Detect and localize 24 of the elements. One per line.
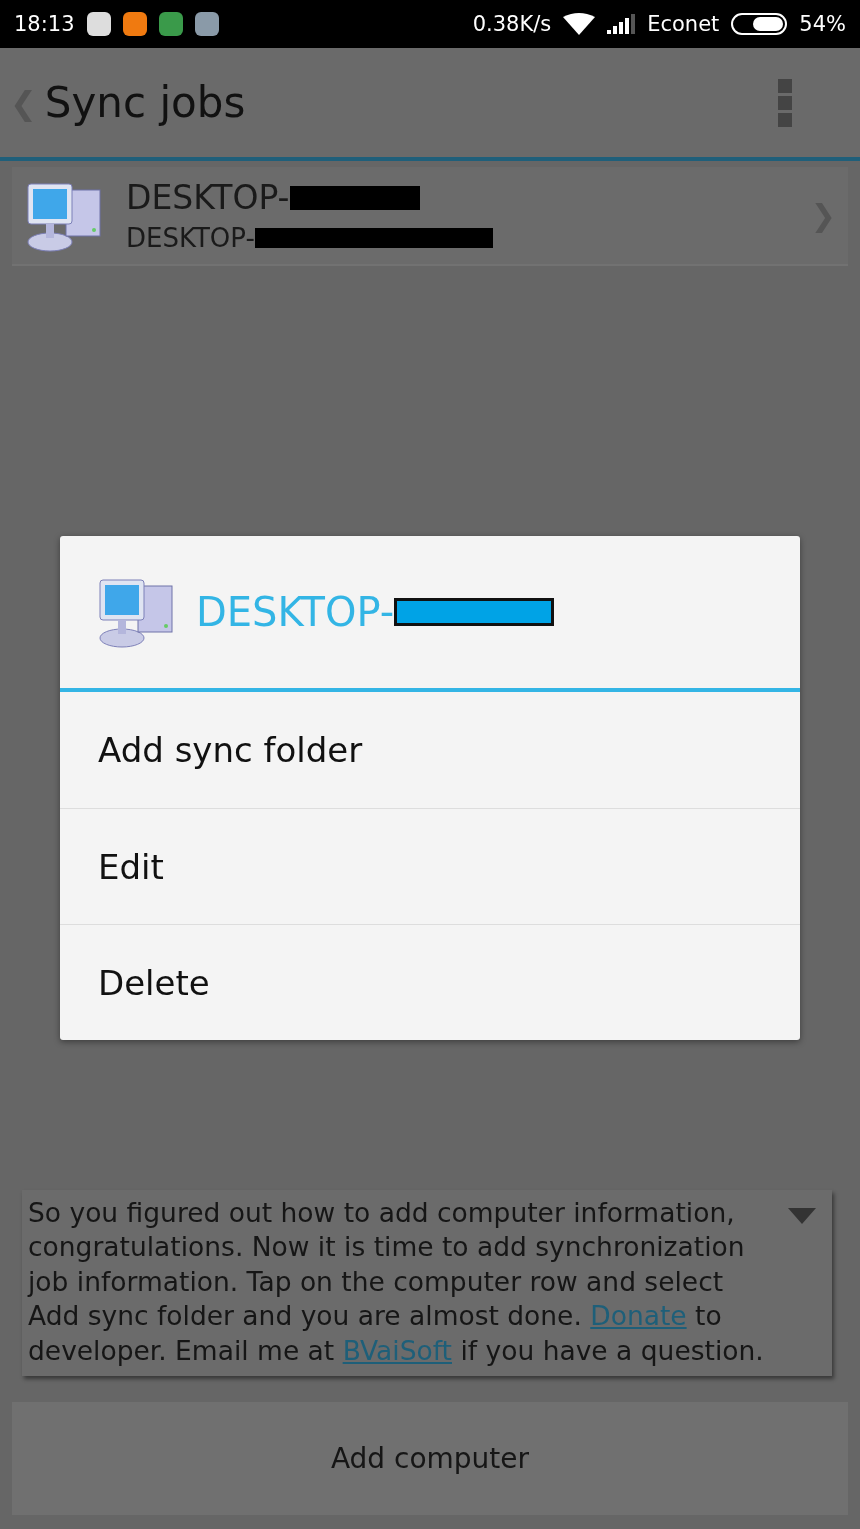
- signal-icon: [607, 14, 636, 34]
- chevron: ❯: [810, 198, 836, 233]
- dropdown-icon[interactable]: [788, 1207, 816, 1224]
- clock: 18:13: [14, 12, 75, 36]
- dialog-title: DESKTOP-: [196, 589, 395, 635]
- computer-name: DESKTOP-: [126, 178, 290, 217]
- app-notification-icon: [122, 12, 147, 36]
- carrier-name: Econet: [647, 12, 720, 36]
- menu-item[interactable]: Add sync folder: [60, 692, 800, 808]
- network-speed: 0.38K/s: [472, 12, 552, 36]
- menu-item[interactable]: Edit: [60, 808, 800, 924]
- battery-icon: [731, 13, 788, 35]
- app-notification-icon: [158, 12, 183, 36]
- battery-percent: 54%: [799, 12, 846, 36]
- screen-title: Sync jobs: [44, 78, 247, 127]
- computer-path: DESKTOP-: [126, 223, 255, 253]
- overflow-menu-icon[interactable]: [778, 78, 792, 127]
- menu-item[interactable]: Delete: [60, 924, 800, 1040]
- app-notification-icon: [194, 12, 219, 36]
- wifi-icon: [563, 13, 596, 35]
- computer-row[interactable]: DESKTOP- DESKTOP- ❯: [12, 167, 848, 266]
- tip-text: So you figured out how to add computer information, congratulations. Now it is time to add synchronization job information. Tap on the computer row and select Add sync folder and you are almost done. Donate to developer. Email me at BVaiSoft if you have a question.: [28, 1195, 765, 1368]
- add-computer-button[interactable]: Add computer: [12, 1402, 848, 1515]
- app-notification-icon: [86, 12, 111, 36]
